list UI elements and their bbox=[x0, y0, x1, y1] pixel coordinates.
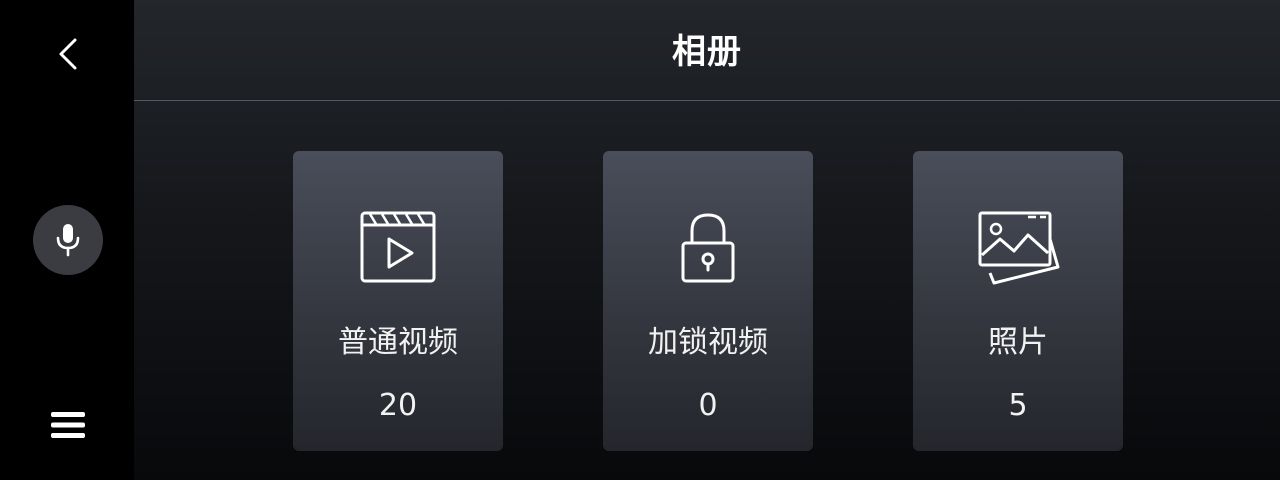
photos-card[interactable]: 照片 5 bbox=[913, 151, 1123, 451]
normal-videos-card[interactable]: 普通视频 20 bbox=[293, 151, 503, 451]
side-rail bbox=[0, 0, 134, 480]
main-panel: 相册 普通视频 20 加锁视频 0 照片 5 bbox=[134, 0, 1280, 480]
microphone-icon bbox=[56, 224, 80, 257]
page-title: 相册 bbox=[672, 31, 742, 72]
hamburger-menu-icon bbox=[51, 412, 85, 438]
card-count: 0 bbox=[698, 388, 718, 423]
photo-stack-icon bbox=[976, 207, 1060, 291]
card-label: 照片 bbox=[988, 325, 1048, 360]
menu-button[interactable] bbox=[44, 401, 92, 449]
card-count: 5 bbox=[1008, 388, 1028, 423]
chevron-left-icon bbox=[59, 38, 77, 70]
padlock-icon bbox=[666, 207, 750, 291]
header-bar: 相册 bbox=[134, 0, 1280, 101]
card-count: 20 bbox=[378, 388, 418, 423]
album-screen: 相册 普通视频 20 加锁视频 0 照片 5 bbox=[0, 0, 1280, 480]
card-label: 加锁视频 bbox=[648, 325, 768, 360]
voice-button[interactable] bbox=[33, 205, 103, 275]
locked-videos-card[interactable]: 加锁视频 0 bbox=[603, 151, 813, 451]
back-button[interactable] bbox=[44, 30, 92, 78]
card-label: 普通视频 bbox=[338, 325, 458, 360]
video-clapper-play-icon bbox=[356, 207, 440, 291]
